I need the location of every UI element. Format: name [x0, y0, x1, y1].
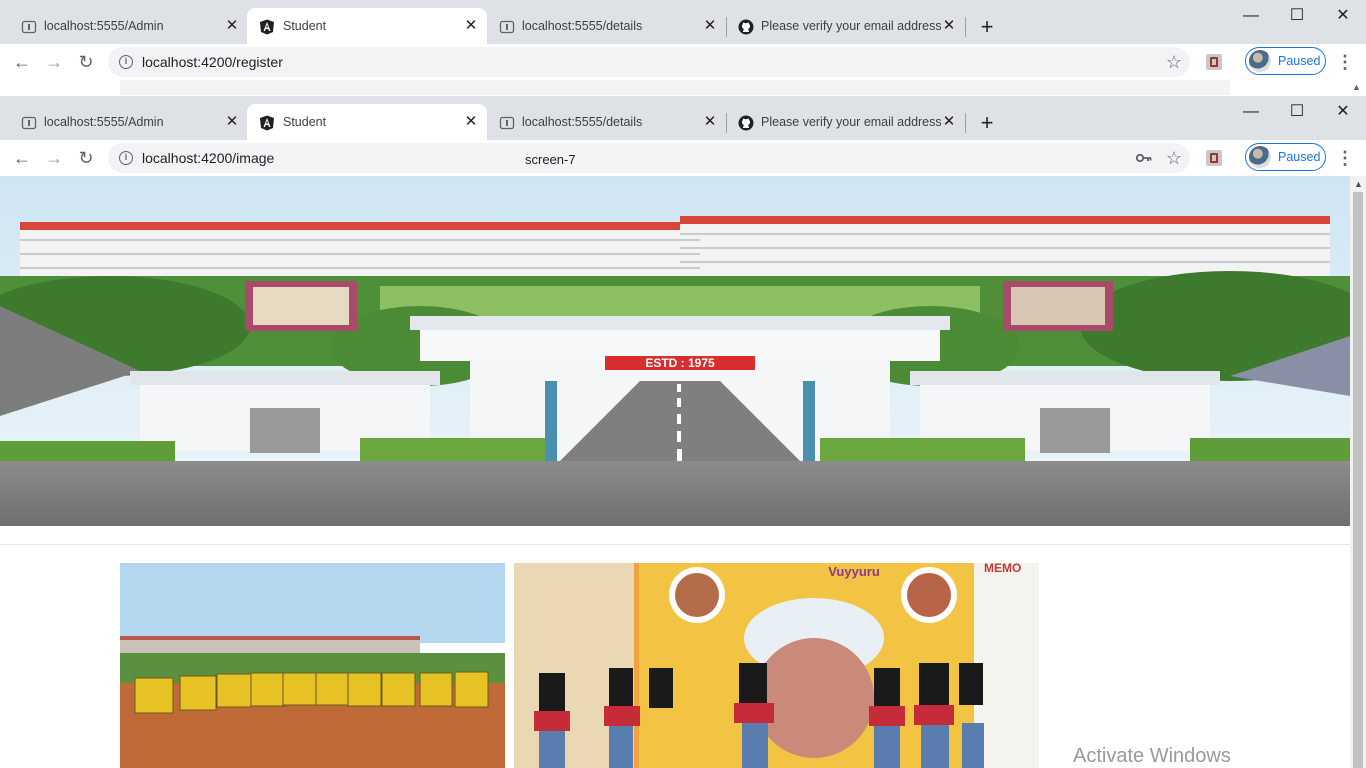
info-icon[interactable]: i: [119, 55, 133, 69]
github-icon: [738, 19, 754, 35]
scroll-up-icon[interactable]: ▲: [1354, 179, 1363, 189]
star-icon[interactable]: ☆: [1166, 51, 1182, 73]
address-bar[interactable]: i localhost:4200/register ☆: [108, 47, 1190, 77]
kebab-menu-icon[interactable]: ⋮: [1335, 50, 1355, 74]
screen-label: screen-7: [525, 152, 576, 167]
profile-status: Paused: [1278, 150, 1321, 164]
school-buses-photo: [120, 563, 505, 768]
tab-title: Student: [283, 19, 327, 33]
tab-details[interactable]: localhost:5555/details ✕: [478, 8, 726, 44]
star-icon[interactable]: ☆: [1166, 147, 1182, 169]
close-icon[interactable]: ✕: [463, 114, 479, 130]
key-icon[interactable]: [1136, 152, 1152, 164]
pdf-extension-icon[interactable]: [1206, 54, 1222, 70]
tab-separator: [965, 17, 966, 37]
activate-windows-watermark: Activate Windows: [1073, 745, 1231, 767]
poster-text: Vuyyuru: [828, 564, 880, 579]
tab-title: localhost:5555/Admin: [44, 19, 164, 33]
page-icon: [499, 116, 515, 130]
browser-toolbar: ← → ↻ i localhost:4200/image ☆ Paused ⋮: [0, 140, 1366, 176]
close-icon[interactable]: ✕: [224, 114, 240, 130]
forward-button[interactable]: →: [42, 146, 66, 170]
url-text[interactable]: localhost:4200/image: [142, 143, 274, 173]
tab-title: Please verify your email address: [761, 19, 942, 33]
tab-separator: [965, 113, 966, 133]
tab-title: localhost:5555/details: [522, 19, 643, 33]
tab-student[interactable]: Student ✕: [247, 104, 487, 140]
window1-content-strip: ▲: [0, 80, 1366, 97]
divider: [0, 544, 1350, 545]
new-tab-button[interactable]: +: [974, 110, 1000, 136]
minimize-button[interactable]: —: [1241, 102, 1261, 122]
tab-admin[interactable]: localhost:5555/Admin ✕: [0, 8, 248, 44]
close-icon[interactable]: ✕: [702, 18, 718, 34]
scroll-up-icon[interactable]: ▲: [1352, 82, 1361, 92]
tab-title: Student: [283, 115, 327, 129]
angular-icon: [260, 115, 274, 131]
pdf-extension-icon[interactable]: [1206, 150, 1222, 166]
estd-sign: ESTD : 1975: [645, 356, 715, 370]
browser-toolbar: ← → ↻ i localhost:4200/register ☆ Paused…: [0, 44, 1366, 80]
page-scrollbar[interactable]: ▲: [1350, 176, 1366, 768]
maximize-button[interactable]: ☐: [1287, 102, 1307, 122]
close-window-button[interactable]: ✕: [1333, 6, 1353, 26]
maximize-button[interactable]: ☐: [1287, 6, 1307, 26]
forward-button[interactable]: →: [42, 50, 66, 74]
profile-status: Paused: [1278, 54, 1321, 68]
close-icon[interactable]: ✕: [224, 18, 240, 34]
tab-student[interactable]: Student ✕: [247, 8, 487, 44]
close-icon[interactable]: ✕: [463, 18, 479, 34]
dance-event-photo: Vuyyuru MEMO: [514, 563, 1039, 768]
dance-event-image: Vuyyuru MEMO: [514, 563, 1039, 768]
new-tab-button[interactable]: +: [974, 14, 1000, 40]
profile-button[interactable]: Paused: [1245, 143, 1326, 171]
tab-admin[interactable]: localhost:5555/Admin ✕: [0, 104, 248, 140]
campus-banner-image: ESTD : 1975: [0, 176, 1350, 526]
school-buses-image: [120, 563, 505, 768]
tab-details[interactable]: localhost:5555/details ✕: [478, 104, 726, 140]
close-icon[interactable]: ✕: [702, 114, 718, 130]
back-button[interactable]: ←: [10, 146, 34, 170]
page-icon: [499, 20, 515, 34]
address-bar[interactable]: i localhost:4200/image ☆: [108, 143, 1190, 173]
poster-side-text: MEMO: [984, 563, 1021, 575]
kebab-menu-icon[interactable]: ⋮: [1335, 146, 1355, 170]
tab-title: localhost:5555/Admin: [44, 115, 164, 129]
close-icon[interactable]: ✕: [941, 114, 957, 130]
reload-button[interactable]: ↻: [74, 50, 98, 74]
tab-title: localhost:5555/details: [522, 115, 643, 129]
tab-strip: localhost:5555/Admin ✕ Student ✕ localho…: [0, 0, 1366, 44]
page-icon: [21, 20, 37, 34]
back-button[interactable]: ←: [10, 50, 34, 74]
avatar: [1249, 146, 1271, 168]
github-icon: [738, 115, 754, 131]
window1-content: [120, 80, 1230, 95]
page-icon: [21, 116, 37, 130]
angular-icon: [260, 19, 274, 35]
campus-gate-illustration: ESTD : 1975: [0, 176, 1350, 526]
tab-github[interactable]: Please verify your email address ✕: [717, 104, 965, 140]
reload-button[interactable]: ↻: [74, 146, 98, 170]
tab-github[interactable]: Please verify your email address ✕: [717, 8, 965, 44]
tab-strip: localhost:5555/Admin ✕ Student ✕ localho…: [0, 96, 1366, 140]
close-icon[interactable]: ✕: [941, 18, 957, 34]
close-window-button[interactable]: ✕: [1333, 102, 1353, 122]
url-text[interactable]: localhost:4200/register: [142, 47, 283, 77]
info-icon[interactable]: i: [119, 151, 133, 165]
scrollbar-thumb[interactable]: [1353, 192, 1363, 768]
minimize-button[interactable]: —: [1241, 6, 1261, 26]
profile-button[interactable]: Paused: [1245, 47, 1326, 75]
tab-title: Please verify your email address: [761, 115, 942, 129]
avatar: [1249, 50, 1271, 72]
